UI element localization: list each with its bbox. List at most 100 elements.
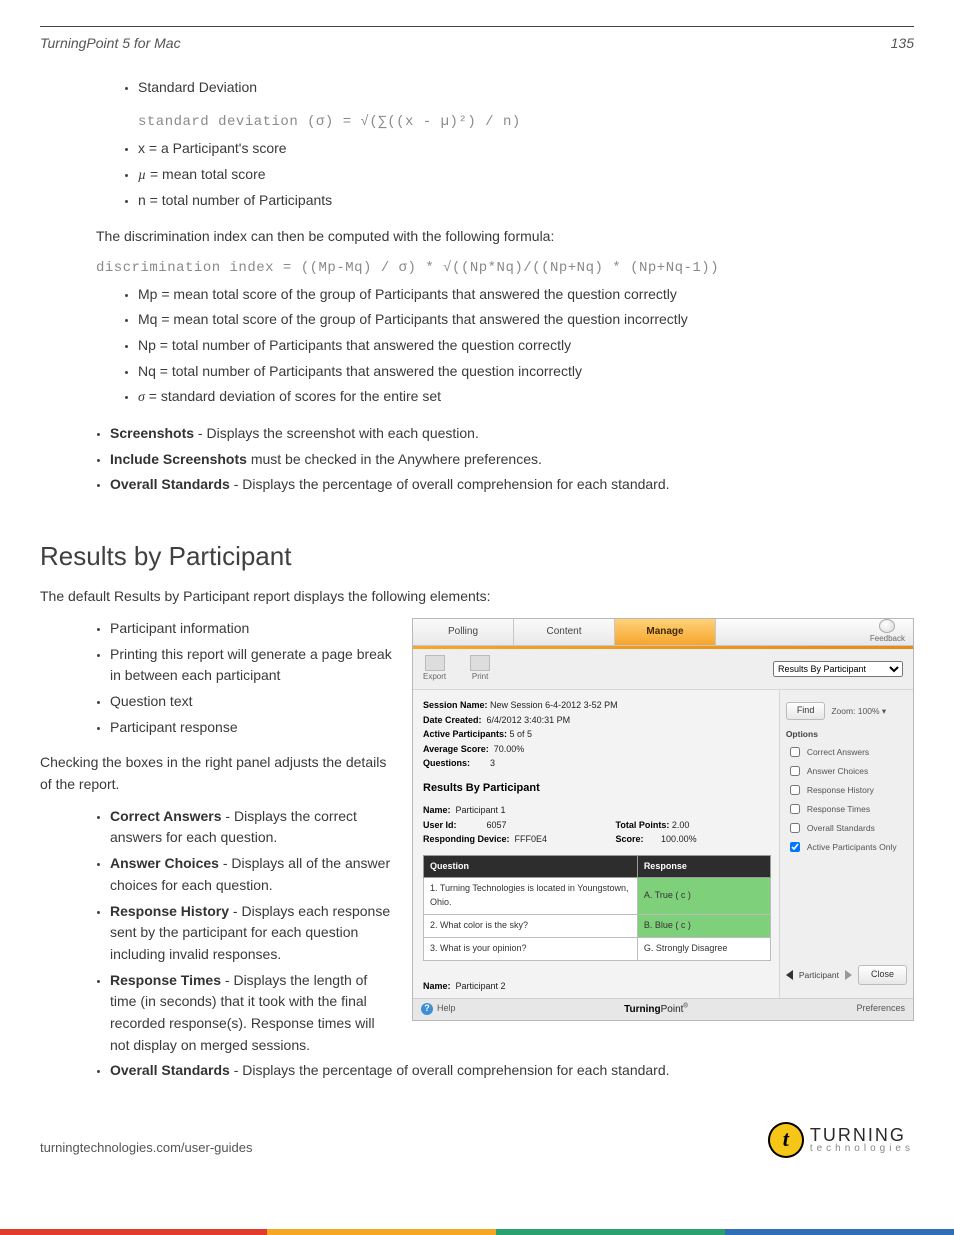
label: Name: [423, 805, 451, 815]
export-button[interactable]: Export [423, 655, 446, 683]
preferences-button[interactable]: Preferences [856, 1002, 905, 1016]
text: Printing this report will generate a pag… [110, 646, 392, 684]
report-main: Session Name: New Session 6-4-2012 3-52 … [413, 690, 779, 997]
opt-response-times[interactable]: Response Times [786, 801, 907, 817]
opt-active-participants-only[interactable]: Active Participants Only [786, 839, 907, 855]
term: Screenshots [110, 425, 194, 441]
text: Mq = mean total score of the group of Pa… [138, 311, 688, 327]
list-item: Nq = total number of Participants that a… [138, 361, 914, 383]
page-number: 135 [891, 33, 914, 55]
cell-question: 3. What is your opinion? [424, 938, 638, 961]
table-row: 2. What color is the sky?B. Blue ( c ) [424, 915, 771, 938]
results-table: Question Response 1. Turning Technologie… [423, 855, 771, 962]
help-icon: ? [421, 1003, 433, 1015]
tab-polling[interactable]: Polling [413, 619, 514, 645]
tab-label: Manage [646, 624, 683, 640]
find-button[interactable]: Find [786, 702, 826, 720]
checkbox[interactable] [790, 823, 800, 833]
term: Correct Answers [110, 808, 222, 824]
cell-response: B. Blue ( c ) [637, 915, 770, 938]
cell-question: 2. What color is the sky? [424, 915, 638, 938]
help-button[interactable]: ? Help [421, 1002, 456, 1016]
label: Overall Standards [807, 822, 875, 835]
list-item: Mp = mean total score of the group of Pa… [138, 284, 914, 306]
list-item: Standard Deviation [138, 77, 914, 99]
value: 6/4/2012 3:40:31 PM [487, 715, 571, 725]
text: - Displays the percentage of overall com… [230, 476, 670, 492]
std-dev-formula: standard deviation (σ) = √(∑((x - µ)²) /… [138, 112, 914, 134]
app-footer: ?Help TurningPoint® Preferences [413, 998, 913, 1021]
page-footer: turningtechnologies.com/user-guides t TU… [40, 1122, 914, 1158]
label: Feedback [870, 633, 905, 645]
term: Response Times [110, 972, 221, 988]
list-item: Overall Standards - Displays the percent… [110, 474, 914, 496]
screenshot: Polling Content Manage Feedback Export P… [412, 618, 914, 1021]
text: - Displays the screenshot with each ques… [194, 425, 479, 441]
tab-manage[interactable]: Manage [615, 619, 716, 645]
zoom-control[interactable]: Zoom: 100% ▾ [831, 705, 886, 718]
table-row: 3. What is your opinion?G. Strongly Disa… [424, 938, 771, 961]
term: Overall Standards [110, 476, 230, 492]
disc-defs: Mp = mean total score of the group of Pa… [40, 284, 914, 409]
disc-intro: The discrimination index can then be com… [96, 226, 914, 248]
label: Date Created: [423, 715, 482, 725]
term: Answer Choices [110, 855, 219, 871]
value: 3 [490, 758, 495, 768]
label: Active Participants: [423, 729, 507, 739]
report-type-select[interactable]: Results By Participant [773, 661, 903, 677]
opt-response-history[interactable]: Response History [786, 782, 907, 798]
table-row: 1. Turning Technologies is located in Yo… [424, 878, 771, 915]
value: 100.00% [661, 834, 697, 844]
cell-response: G. Strongly Disagree [637, 938, 770, 961]
label: Name: [423, 981, 451, 991]
tab-content[interactable]: Content [514, 619, 615, 645]
logo-icon: t [768, 1122, 804, 1158]
label: Response Times [807, 803, 870, 816]
label: Average Score: [423, 744, 489, 754]
list-item: Overall Standards - Displays the percent… [110, 1060, 914, 1082]
toolbar: Export Print Results By Participant [413, 649, 913, 690]
value: New Session 6-4-2012 3-52 PM [490, 700, 618, 710]
text: Participant response [110, 719, 238, 735]
checkbox[interactable] [790, 842, 800, 852]
label: Export [423, 671, 446, 683]
text: Participant information [110, 620, 249, 636]
col-question: Question [424, 855, 638, 878]
opt-answer-choices[interactable]: Answer Choices [786, 763, 907, 779]
disc-formula: discrimination index = ((Mp-Mq) / σ) * √… [96, 258, 914, 280]
text: Question text [110, 693, 193, 709]
col-response: Response [637, 855, 770, 878]
label: Preferences [856, 1003, 905, 1013]
text: must be checked in the Anywhere preferen… [247, 451, 542, 467]
prev-icon[interactable] [786, 970, 793, 980]
checkbox[interactable] [790, 766, 800, 776]
print-button[interactable]: Print [470, 655, 490, 683]
label: Response History [807, 784, 874, 797]
logo-text-sub: technologies [810, 1144, 914, 1154]
tab-label: Content [546, 624, 581, 640]
next-icon[interactable] [845, 970, 852, 980]
checkbox[interactable] [790, 747, 800, 757]
label: Standard Deviation [138, 79, 257, 95]
label: User Id: [423, 820, 457, 830]
pager-label: Participant [799, 969, 839, 982]
label: Correct Answers [807, 746, 869, 759]
feedback-button[interactable]: Feedback [862, 619, 913, 645]
value: Participant 1 [456, 805, 506, 815]
checkbox[interactable] [790, 785, 800, 795]
opt-correct-answers[interactable]: Correct Answers [786, 744, 907, 760]
label: Questions: [423, 758, 470, 768]
section-title: Results by Participant [40, 536, 914, 576]
checkbox[interactable] [790, 804, 800, 814]
list-item: µ = mean total score [138, 164, 914, 187]
report-heading: Results By Participant [423, 780, 771, 797]
opt-overall-standards[interactable]: Overall Standards [786, 820, 907, 836]
options-panel: Options Correct Answers Answer Choices R… [786, 728, 907, 855]
label: Total Points: [616, 820, 670, 830]
cell-response: A. True ( c ) [637, 878, 770, 915]
close-button[interactable]: Close [858, 965, 907, 985]
session-meta: Session Name: New Session 6-4-2012 3-52 … [423, 698, 771, 770]
label: Help [437, 1002, 456, 1016]
text: n = total number of Participants [138, 192, 332, 208]
options-heading: Options [786, 728, 907, 741]
